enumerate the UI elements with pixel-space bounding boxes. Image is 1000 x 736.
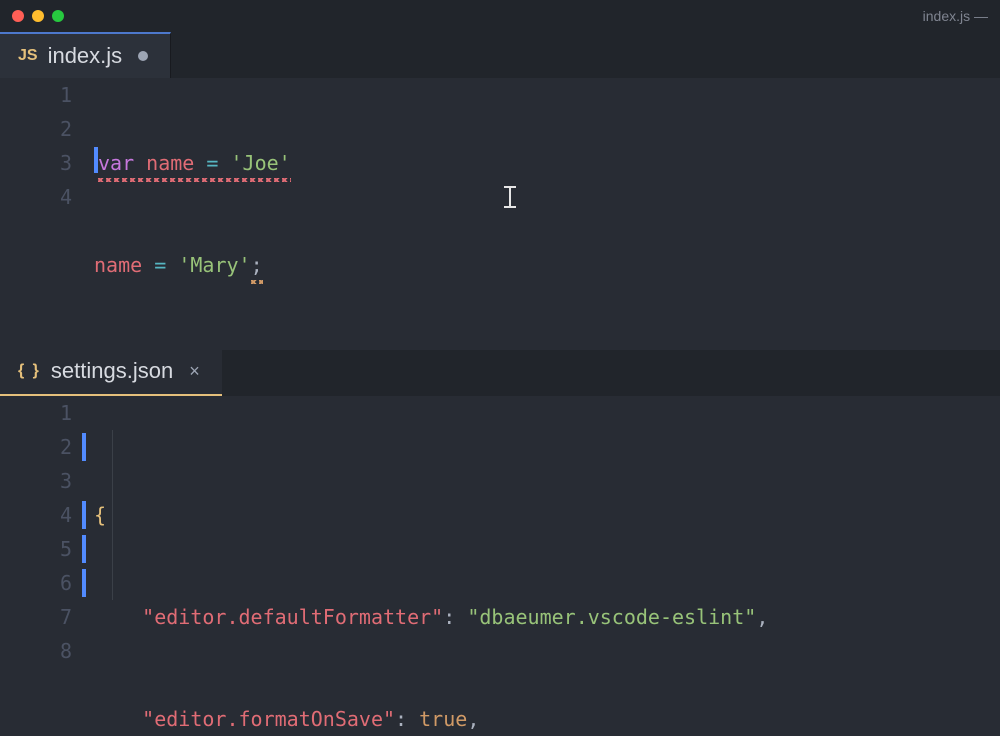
line-number: 1 [0,78,72,112]
window-zoom-button[interactable] [52,10,64,22]
line-number: 4 [0,180,72,214]
line-number: 2 [0,430,72,464]
unsaved-indicator-icon [138,51,148,61]
tab-index-js[interactable]: JS index.js [0,32,171,78]
js-file-icon: JS [18,47,38,65]
line-number: 6 [0,566,72,600]
code-line[interactable]: "editor.defaultFormatter": "dbaeumer.vsc… [94,600,1000,634]
indent-guide [112,430,113,600]
line-number: 3 [0,146,72,180]
line-number: 5 [0,532,72,566]
line-gutter: 1 2 3 4 5 6 7 8 [0,396,94,736]
code-editor-top[interactable]: 1 2 3 4 var name = 'Joe' name = 'Mary'; … [0,78,1000,350]
editor-pane-top: JS index.js 1 2 3 4 var name = 'Joe' nam… [0,32,1000,350]
window-title: index.js — [923,8,988,24]
code-area[interactable]: var name = 'Joe' name = 'Mary'; console.… [94,78,1000,350]
tab-bar-top: JS index.js [0,32,1000,78]
close-icon[interactable]: × [189,361,200,382]
traffic-lights [12,10,64,22]
tab-settings-json[interactable]: { } settings.json × [0,350,222,396]
window-close-button[interactable] [12,10,24,22]
code-line[interactable]: "editor.formatOnSave": true, [94,702,1000,736]
line-number: 3 [0,464,72,498]
tab-bar-bottom: { } settings.json × [0,350,1000,396]
code-line[interactable]: { [94,498,1000,532]
json-file-icon: { } [18,362,41,380]
line-number: 8 [0,634,72,668]
code-editor-bottom[interactable]: 1 2 3 4 5 6 7 8 { "editor.defaultFormatt… [0,396,1000,736]
line-number: 1 [0,396,72,430]
code-line[interactable]: var name = 'Joe' [94,146,1000,180]
line-number: 2 [0,112,72,146]
tab-label: settings.json [51,358,173,384]
warning-squiggle: ; [251,248,263,282]
tab-label: index.js [48,43,123,69]
line-gutter: 1 2 3 4 [0,78,94,350]
editor-pane-bottom: { } settings.json × 1 2 3 4 5 6 7 8 { "e… [0,350,1000,736]
window-titlebar: index.js — [0,0,1000,32]
text-cursor-icon [504,186,516,208]
error-squiggle: var name = 'Joe' [98,146,291,180]
line-number: 4 [0,498,72,532]
code-line[interactable]: name = 'Mary'; [94,248,1000,282]
code-area[interactable]: { "editor.defaultFormatter": "dbaeumer.v… [94,396,1000,736]
line-number: 7 [0,600,72,634]
window-minimize-button[interactable] [32,10,44,22]
